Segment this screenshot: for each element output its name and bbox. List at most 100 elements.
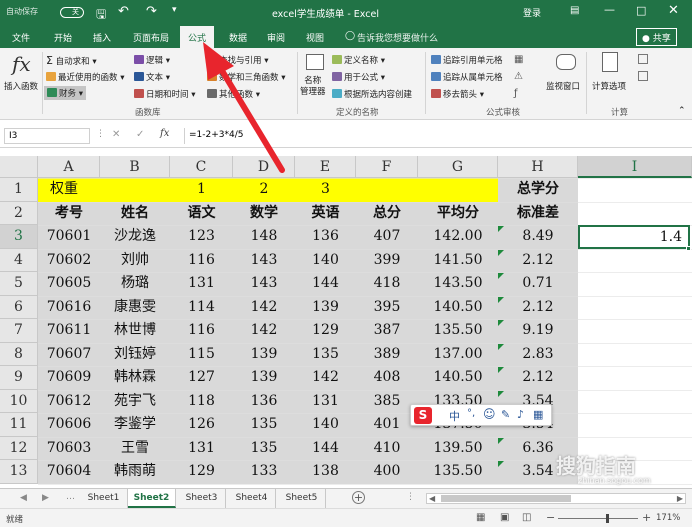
scroll-right-icon[interactable]: ▶	[677, 494, 683, 503]
next-sheet-icon[interactable]: ▶	[42, 493, 49, 503]
calc-now-icon[interactable]	[638, 54, 648, 64]
row-header[interactable]: 4	[0, 248, 38, 272]
table-cell[interactable]: 407	[356, 225, 418, 249]
sheet-more-icon[interactable]: …	[66, 492, 75, 502]
column-header[interactable]: E	[295, 156, 356, 178]
fill-handle[interactable]	[686, 245, 691, 251]
minimize-icon[interactable]: —	[604, 3, 615, 16]
table-cell[interactable]: 韩雨萌	[100, 460, 170, 484]
table-cell[interactable]: 70607	[38, 343, 100, 367]
column-header[interactable]: A	[38, 156, 100, 178]
save-icon[interactable]: 🖫	[96, 5, 106, 26]
name-box[interactable]: I3	[4, 128, 90, 144]
page-break-view-icon[interactable]: ◫	[522, 512, 531, 523]
table-cell[interactable]: 142	[233, 319, 295, 343]
table-cell[interactable]: 135	[295, 343, 356, 367]
table-cell[interactable]: 林世博	[100, 319, 170, 343]
table-cell[interactable]: 刘帅	[100, 249, 170, 273]
table-cell[interactable]: 116	[170, 319, 233, 343]
table-cell[interactable]: 139	[233, 366, 295, 390]
table-cell[interactable]: 144	[295, 437, 356, 461]
table-cell[interactable]: 135.50	[418, 319, 498, 343]
prev-sheet-icon[interactable]: ◀	[20, 493, 27, 503]
table-cell[interactable]: 刘钰婷	[100, 343, 170, 367]
name-manager-label[interactable]: 名称 管理器	[300, 76, 326, 98]
table-cell[interactable]: 70616	[38, 296, 100, 320]
table-cell[interactable]: 李鉴学	[100, 413, 170, 437]
row-header[interactable]: 7	[0, 319, 38, 343]
table-cell[interactable]: 148	[233, 225, 295, 249]
column-header[interactable]: G	[418, 156, 498, 178]
calculator-icon[interactable]	[602, 52, 618, 72]
table-cell[interactable]: 70609	[38, 366, 100, 390]
insert-function-fx-button[interactable]: fx	[160, 128, 169, 139]
table-cell[interactable]: 8.49	[498, 225, 578, 249]
table-cell[interactable]: 131	[170, 437, 233, 461]
cell[interactable]: 权重	[38, 178, 100, 202]
undo-icon[interactable]: ↶	[118, 4, 129, 19]
table-cell[interactable]: 135	[233, 413, 295, 437]
zoom-in-button[interactable]: +	[642, 511, 651, 524]
cell[interactable]: 3	[295, 178, 356, 202]
show-formulas-icon[interactable]: ▦	[514, 54, 523, 65]
row-header[interactable]: 2	[0, 201, 38, 225]
cell[interactable]	[418, 178, 498, 202]
sheet-tab[interactable]: Sheet1	[80, 489, 128, 508]
sheet-tab[interactable]: Sheet3	[178, 489, 226, 508]
table-cell[interactable]: 140.50	[418, 366, 498, 390]
tab-insert[interactable]: 插入	[93, 31, 111, 44]
header-cell[interactable]: 姓名	[100, 202, 170, 226]
table-cell[interactable]: 129	[295, 319, 356, 343]
table-cell[interactable]: 126	[170, 413, 233, 437]
table-cell[interactable]: 118	[170, 390, 233, 414]
selected-cell-i3[interactable]: 1.4	[578, 225, 690, 249]
maximize-icon[interactable]: □	[636, 4, 646, 17]
watch-window-label[interactable]: 监视窗口	[546, 80, 580, 92]
autosum-button[interactable]: Σ 自动求和 ▾	[46, 54, 97, 67]
table-cell[interactable]: 144	[295, 272, 356, 296]
insert-function-icon[interactable]: fx	[12, 52, 31, 76]
column-header[interactable]: C	[170, 156, 233, 178]
table-cell[interactable]: 135.50	[418, 460, 498, 484]
trace-dependents-button[interactable]: 追踪从属单元格	[431, 71, 503, 83]
table-cell[interactable]: 143	[233, 249, 295, 273]
trace-precedents-button[interactable]: 追踪引用单元格	[431, 54, 503, 66]
table-cell[interactable]: 王雪	[100, 437, 170, 461]
create-from-selection-button[interactable]: 根据所选内容创建	[332, 88, 412, 100]
ime-mode[interactable]: 中	[449, 408, 460, 424]
table-cell[interactable]: 127	[170, 366, 233, 390]
close-icon[interactable]: ✕	[668, 3, 679, 18]
add-sheet-icon[interactable]: +	[352, 491, 365, 504]
table-cell[interactable]: 418	[356, 272, 418, 296]
cell[interactable]	[356, 178, 418, 202]
sheet-tab[interactable]: Sheet4	[228, 489, 276, 508]
table-cell[interactable]: 杨璐	[100, 272, 170, 296]
table-cell[interactable]: 114	[170, 296, 233, 320]
cell[interactable]	[100, 178, 170, 202]
pen-icon[interactable]: ✎	[501, 408, 510, 421]
tab-view[interactable]: 视图	[306, 31, 324, 44]
normal-view-icon[interactable]: ▦	[476, 512, 485, 523]
name-manager-icon[interactable]	[306, 54, 324, 70]
use-in-formula-button[interactable]: 用于公式 ▾	[332, 71, 385, 83]
table-cell[interactable]: 沙龙逸	[100, 225, 170, 249]
header-cell[interactable]: 标准差	[498, 202, 578, 226]
table-cell[interactable]: 70601	[38, 225, 100, 249]
row-header[interactable]: 12	[0, 436, 38, 460]
column-header[interactable]: I	[578, 156, 692, 178]
table-cell[interactable]: 116	[170, 249, 233, 273]
tab-home[interactable]: 开始	[54, 31, 72, 44]
table-cell[interactable]: 141.50	[418, 249, 498, 273]
table-cell[interactable]: 135	[233, 437, 295, 461]
table-cell[interactable]: 143.50	[418, 272, 498, 296]
cell[interactable]: 2	[233, 178, 295, 202]
redo-icon[interactable]: ↷	[146, 4, 157, 19]
table-cell[interactable]: 70605	[38, 272, 100, 296]
table-cell[interactable]: 韩林霖	[100, 366, 170, 390]
header-cell[interactable]: 英语	[295, 202, 356, 226]
table-cell[interactable]: 70612	[38, 390, 100, 414]
table-cell[interactable]: 385	[356, 390, 418, 414]
row-header[interactable]: 3	[0, 225, 38, 249]
table-cell[interactable]: 400	[356, 460, 418, 484]
text-functions-button[interactable]: 文本 ▾	[134, 71, 170, 83]
